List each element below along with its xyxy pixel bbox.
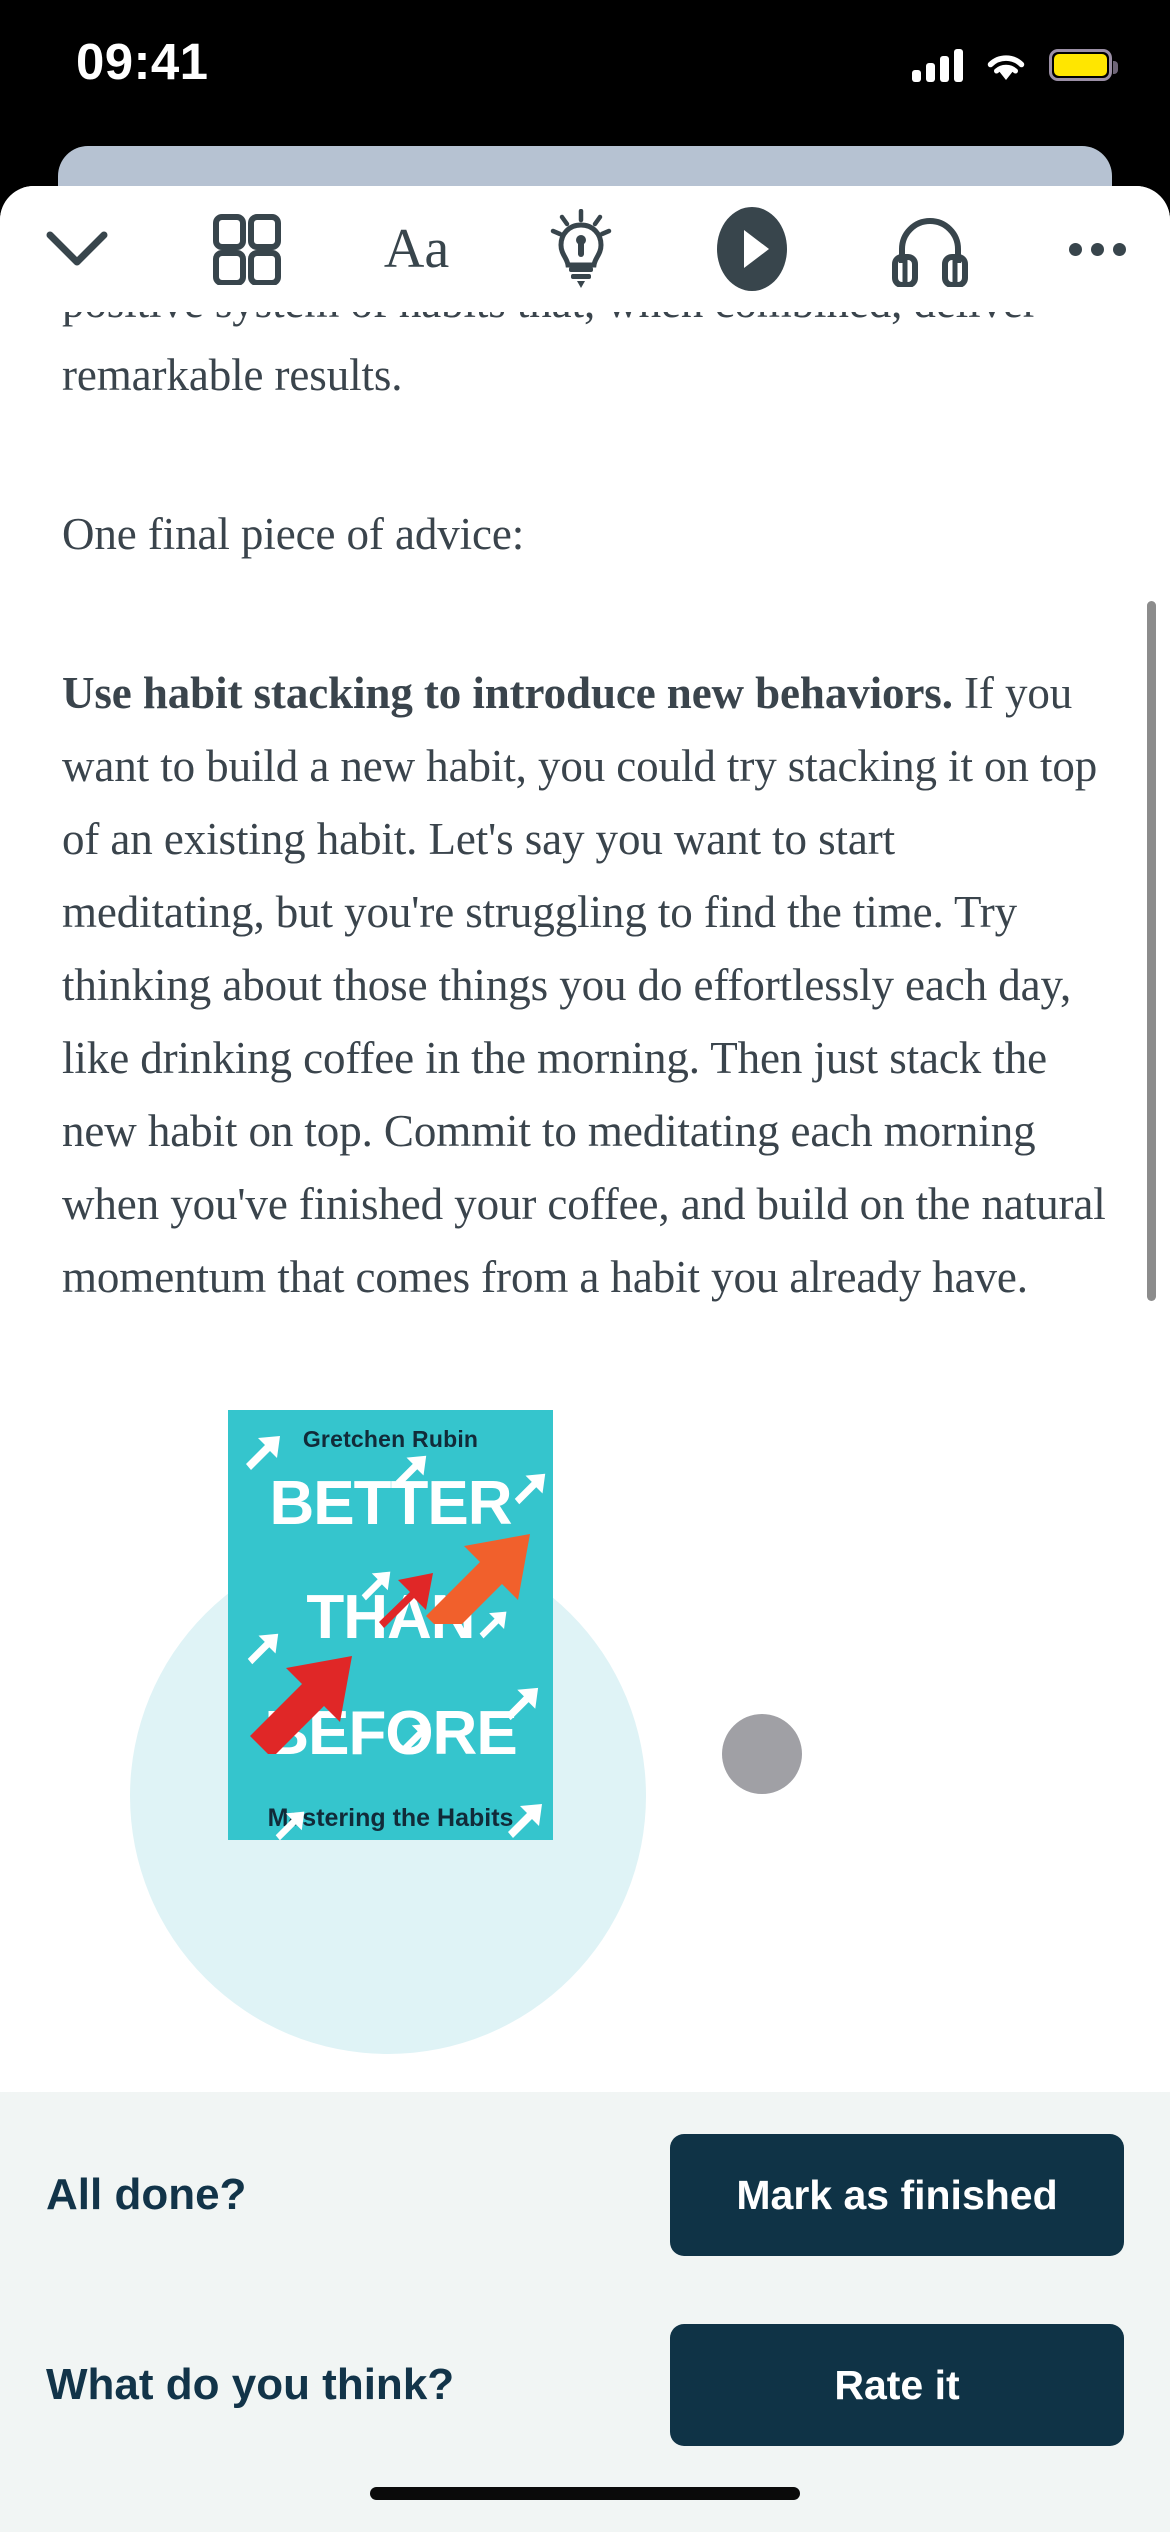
chevron-down-icon[interactable]: [44, 204, 110, 294]
wifi-icon: [987, 54, 1025, 80]
white-arrow-icon: [514, 1473, 546, 1505]
lightbulb-icon[interactable]: [550, 204, 612, 294]
white-arrow-icon: [508, 1804, 542, 1838]
action-row-finish: All done? Mark as finished: [46, 2134, 1124, 2256]
rate-it-button[interactable]: Rate it: [670, 2324, 1124, 2446]
book-page: positive system of habits that, when com…: [0, 312, 1170, 2054]
avatar[interactable]: [722, 1714, 802, 1794]
book-illustration: Gretchen Rubin BETTER THAN BEFORE Master…: [62, 1410, 1108, 2054]
paragraph-lead-in: Use habit stacking to introduce new beha…: [62, 668, 953, 718]
paragraph-body: If you want to build a new habit, you co…: [62, 668, 1106, 1302]
action-panel: All done? Mark as finished What do you t…: [0, 2092, 1170, 2532]
white-arrow-icon: [361, 1571, 391, 1601]
paragraph-remarkable: remarkable results.: [62, 350, 403, 400]
reader-toolbar: Aa: [0, 186, 1170, 312]
headphones-icon[interactable]: [892, 204, 969, 294]
white-arrow-icon: [275, 1811, 305, 1840]
all-done-label: All done?: [46, 2170, 247, 2219]
home-indicator[interactable]: [370, 2487, 800, 2500]
white-arrow-icon: [395, 1455, 427, 1487]
mark-as-finished-button[interactable]: Mark as finished: [670, 2134, 1124, 2256]
white-arrow-icon: [479, 1611, 507, 1639]
status-time: 09:41: [76, 33, 209, 90]
white-arrow-icon: [247, 1633, 279, 1665]
what-do-you-think-label: What do you think?: [46, 2360, 455, 2409]
vertical-scrollbar[interactable]: [1147, 601, 1156, 1301]
grid-icon[interactable]: [211, 204, 283, 294]
battery-icon: [1049, 49, 1118, 81]
status-indicators: [912, 48, 1118, 82]
white-arrow-icon: [401, 1723, 431, 1753]
book-cover-image[interactable]: Gretchen Rubin BETTER THAN BEFORE Master…: [228, 1410, 553, 1840]
phone-screen: 09:41 Aa remarkable results. One final p…: [0, 0, 1170, 2532]
red-arrow-icon: [250, 1656, 352, 1754]
cellular-signal-icon: [912, 48, 963, 82]
action-row-rate: What do you think? Rate it: [46, 2324, 1124, 2446]
reader-content[interactable]: positive system of habits that, when com…: [0, 312, 1170, 2228]
reader-sheet: Aa remarkable results. One final piece o…: [0, 186, 1170, 2532]
white-arrow-icon: [246, 1436, 280, 1470]
play-icon[interactable]: [713, 204, 791, 294]
paragraph-advice: One final piece of advice:: [62, 509, 525, 559]
paragraph-habit-stacking: Use habit stacking to introduce new beha…: [62, 657, 1108, 1314]
status-bar: 09:41: [0, 0, 1170, 140]
more-icon[interactable]: [1069, 204, 1127, 294]
paragraph-clipped: positive system of habits that, when com…: [62, 312, 1108, 339]
white-arrow-icon: [505, 1687, 539, 1721]
text-size-icon[interactable]: Aa: [384, 204, 449, 294]
